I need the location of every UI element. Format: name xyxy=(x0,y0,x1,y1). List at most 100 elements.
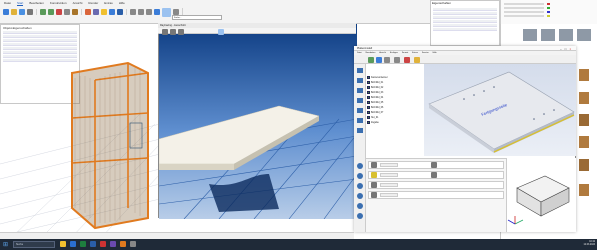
checkbox-icon[interactable] xyxy=(367,81,370,84)
catalog-thumb[interactable] xyxy=(579,184,589,196)
pan-icon[interactable] xyxy=(170,29,176,35)
file-explorer-icon[interactable] xyxy=(60,241,66,247)
highlight-tool-icon[interactable] xyxy=(162,7,171,17)
tool-icon[interactable] xyxy=(404,57,410,63)
tool-icon[interactable] xyxy=(357,98,363,103)
checkbox-icon[interactable] xyxy=(367,116,370,119)
catalog-thumb[interactable] xyxy=(579,136,589,148)
tab-konstruktion[interactable]: Konstruktion xyxy=(50,1,67,6)
camera-icon[interactable] xyxy=(109,9,115,15)
tool-icon[interactable] xyxy=(357,193,363,199)
operation-row[interactable] xyxy=(368,191,504,199)
catalog-thumb[interactable] xyxy=(559,29,573,41)
teams-icon[interactable] xyxy=(110,241,116,247)
property-row[interactable] xyxy=(433,28,497,31)
value-field[interactable] xyxy=(380,163,398,167)
rotate-icon[interactable] xyxy=(178,29,184,35)
property-row[interactable] xyxy=(433,12,497,15)
app-icon[interactable] xyxy=(120,241,126,247)
property-row[interactable] xyxy=(3,47,77,50)
tab-hilfe[interactable]: Hilfe xyxy=(119,1,125,6)
operation-row[interactable] xyxy=(368,161,504,169)
view-iso-icon[interactable] xyxy=(154,9,160,15)
catalog-thumb[interactable] xyxy=(523,29,537,41)
catalog-thumb[interactable] xyxy=(579,69,589,81)
view-top-icon[interactable] xyxy=(146,9,152,15)
tool-icon[interactable] xyxy=(376,57,382,63)
tool-icon[interactable] xyxy=(357,68,363,73)
tool-icon[interactable] xyxy=(357,88,363,93)
tab-extras[interactable]: Extras xyxy=(104,1,113,6)
tool-icon[interactable] xyxy=(357,78,363,83)
value-field[interactable] xyxy=(380,183,398,187)
windows-start-icon[interactable]: ⊞ xyxy=(3,241,8,248)
value-field[interactable] xyxy=(380,173,398,177)
checkbox-icon[interactable] xyxy=(367,96,370,99)
light-icon[interactable] xyxy=(101,9,107,15)
redo-icon[interactable] xyxy=(48,9,54,15)
property-row[interactable] xyxy=(3,43,77,46)
word-icon[interactable] xyxy=(90,241,96,247)
render-start-icon[interactable] xyxy=(218,29,224,35)
checkbox-icon[interactable] xyxy=(367,86,370,89)
property-row[interactable] xyxy=(433,8,497,11)
catalog-thumb[interactable] xyxy=(577,29,591,41)
cad-app-icon[interactable] xyxy=(100,241,106,247)
property-row[interactable] xyxy=(433,20,497,23)
tool-icon[interactable] xyxy=(368,57,374,63)
catalog-thumb[interactable] xyxy=(541,29,555,41)
checkbox-icon[interactable] xyxy=(367,121,370,124)
property-row[interactable] xyxy=(3,31,77,34)
tool-icon[interactable] xyxy=(357,163,363,169)
taskbar-search-input[interactable]: Suche xyxy=(13,241,55,248)
value-field[interactable] xyxy=(380,193,398,197)
property-row[interactable] xyxy=(3,35,77,38)
cut-icon[interactable] xyxy=(56,9,62,15)
part-3d-view[interactable]: Fertigungsseite xyxy=(424,64,576,156)
ribbon-search-input[interactable]: Suche... xyxy=(172,15,222,20)
tool-icon[interactable] xyxy=(357,118,363,123)
property-row[interactable] xyxy=(433,24,497,27)
operation-row[interactable] xyxy=(368,181,504,189)
property-row[interactable] xyxy=(3,51,77,54)
tool-icon[interactable] xyxy=(357,173,363,179)
taskbar-clock[interactable]: 10:42 12.03.2024 xyxy=(563,241,596,247)
catalog-thumb[interactable] xyxy=(579,92,589,104)
property-row[interactable] xyxy=(3,39,77,42)
print-icon[interactable] xyxy=(27,9,33,15)
tab-render[interactable]: Render xyxy=(88,1,98,6)
tool-icon[interactable] xyxy=(394,57,400,63)
tool-icon[interactable] xyxy=(357,213,363,219)
catalog-thumb[interactable] xyxy=(579,159,589,171)
checkbox-icon[interactable] xyxy=(367,76,370,79)
tool-icon[interactable] xyxy=(357,203,363,209)
tool-icon[interactable] xyxy=(357,108,363,113)
tree-item[interactable]: Zugabe xyxy=(367,120,422,125)
paste-icon[interactable] xyxy=(72,9,78,15)
zoom-icon[interactable] xyxy=(162,29,168,35)
tool-icon[interactable] xyxy=(357,128,363,133)
new-icon[interactable] xyxy=(3,9,9,15)
render-icon[interactable] xyxy=(117,9,123,15)
browser-icon[interactable] xyxy=(70,241,76,247)
undo-icon[interactable] xyxy=(40,9,46,15)
cabinet-frame-model[interactable] xyxy=(60,58,155,233)
checkbox-icon[interactable] xyxy=(367,111,370,114)
catalog-thumb[interactable] xyxy=(579,114,589,126)
checkbox-icon[interactable] xyxy=(367,106,370,109)
copy-icon[interactable] xyxy=(64,9,70,15)
grid-icon[interactable] xyxy=(93,9,99,15)
render-window[interactable] xyxy=(158,23,358,220)
view-side-icon[interactable] xyxy=(138,9,144,15)
open-icon[interactable] xyxy=(11,9,17,15)
tab-ansicht[interactable]: Ansicht xyxy=(73,1,83,6)
excel-icon[interactable] xyxy=(80,241,86,247)
tab-datei[interactable]: Datei xyxy=(4,1,11,6)
checkbox-icon[interactable] xyxy=(367,91,370,94)
tool-icon[interactable] xyxy=(384,57,390,63)
checkbox-icon[interactable] xyxy=(367,101,370,104)
property-row[interactable] xyxy=(433,16,497,19)
operation-row[interactable] xyxy=(368,171,504,179)
measure-icon[interactable] xyxy=(85,9,91,15)
view-front-icon[interactable] xyxy=(130,9,136,15)
